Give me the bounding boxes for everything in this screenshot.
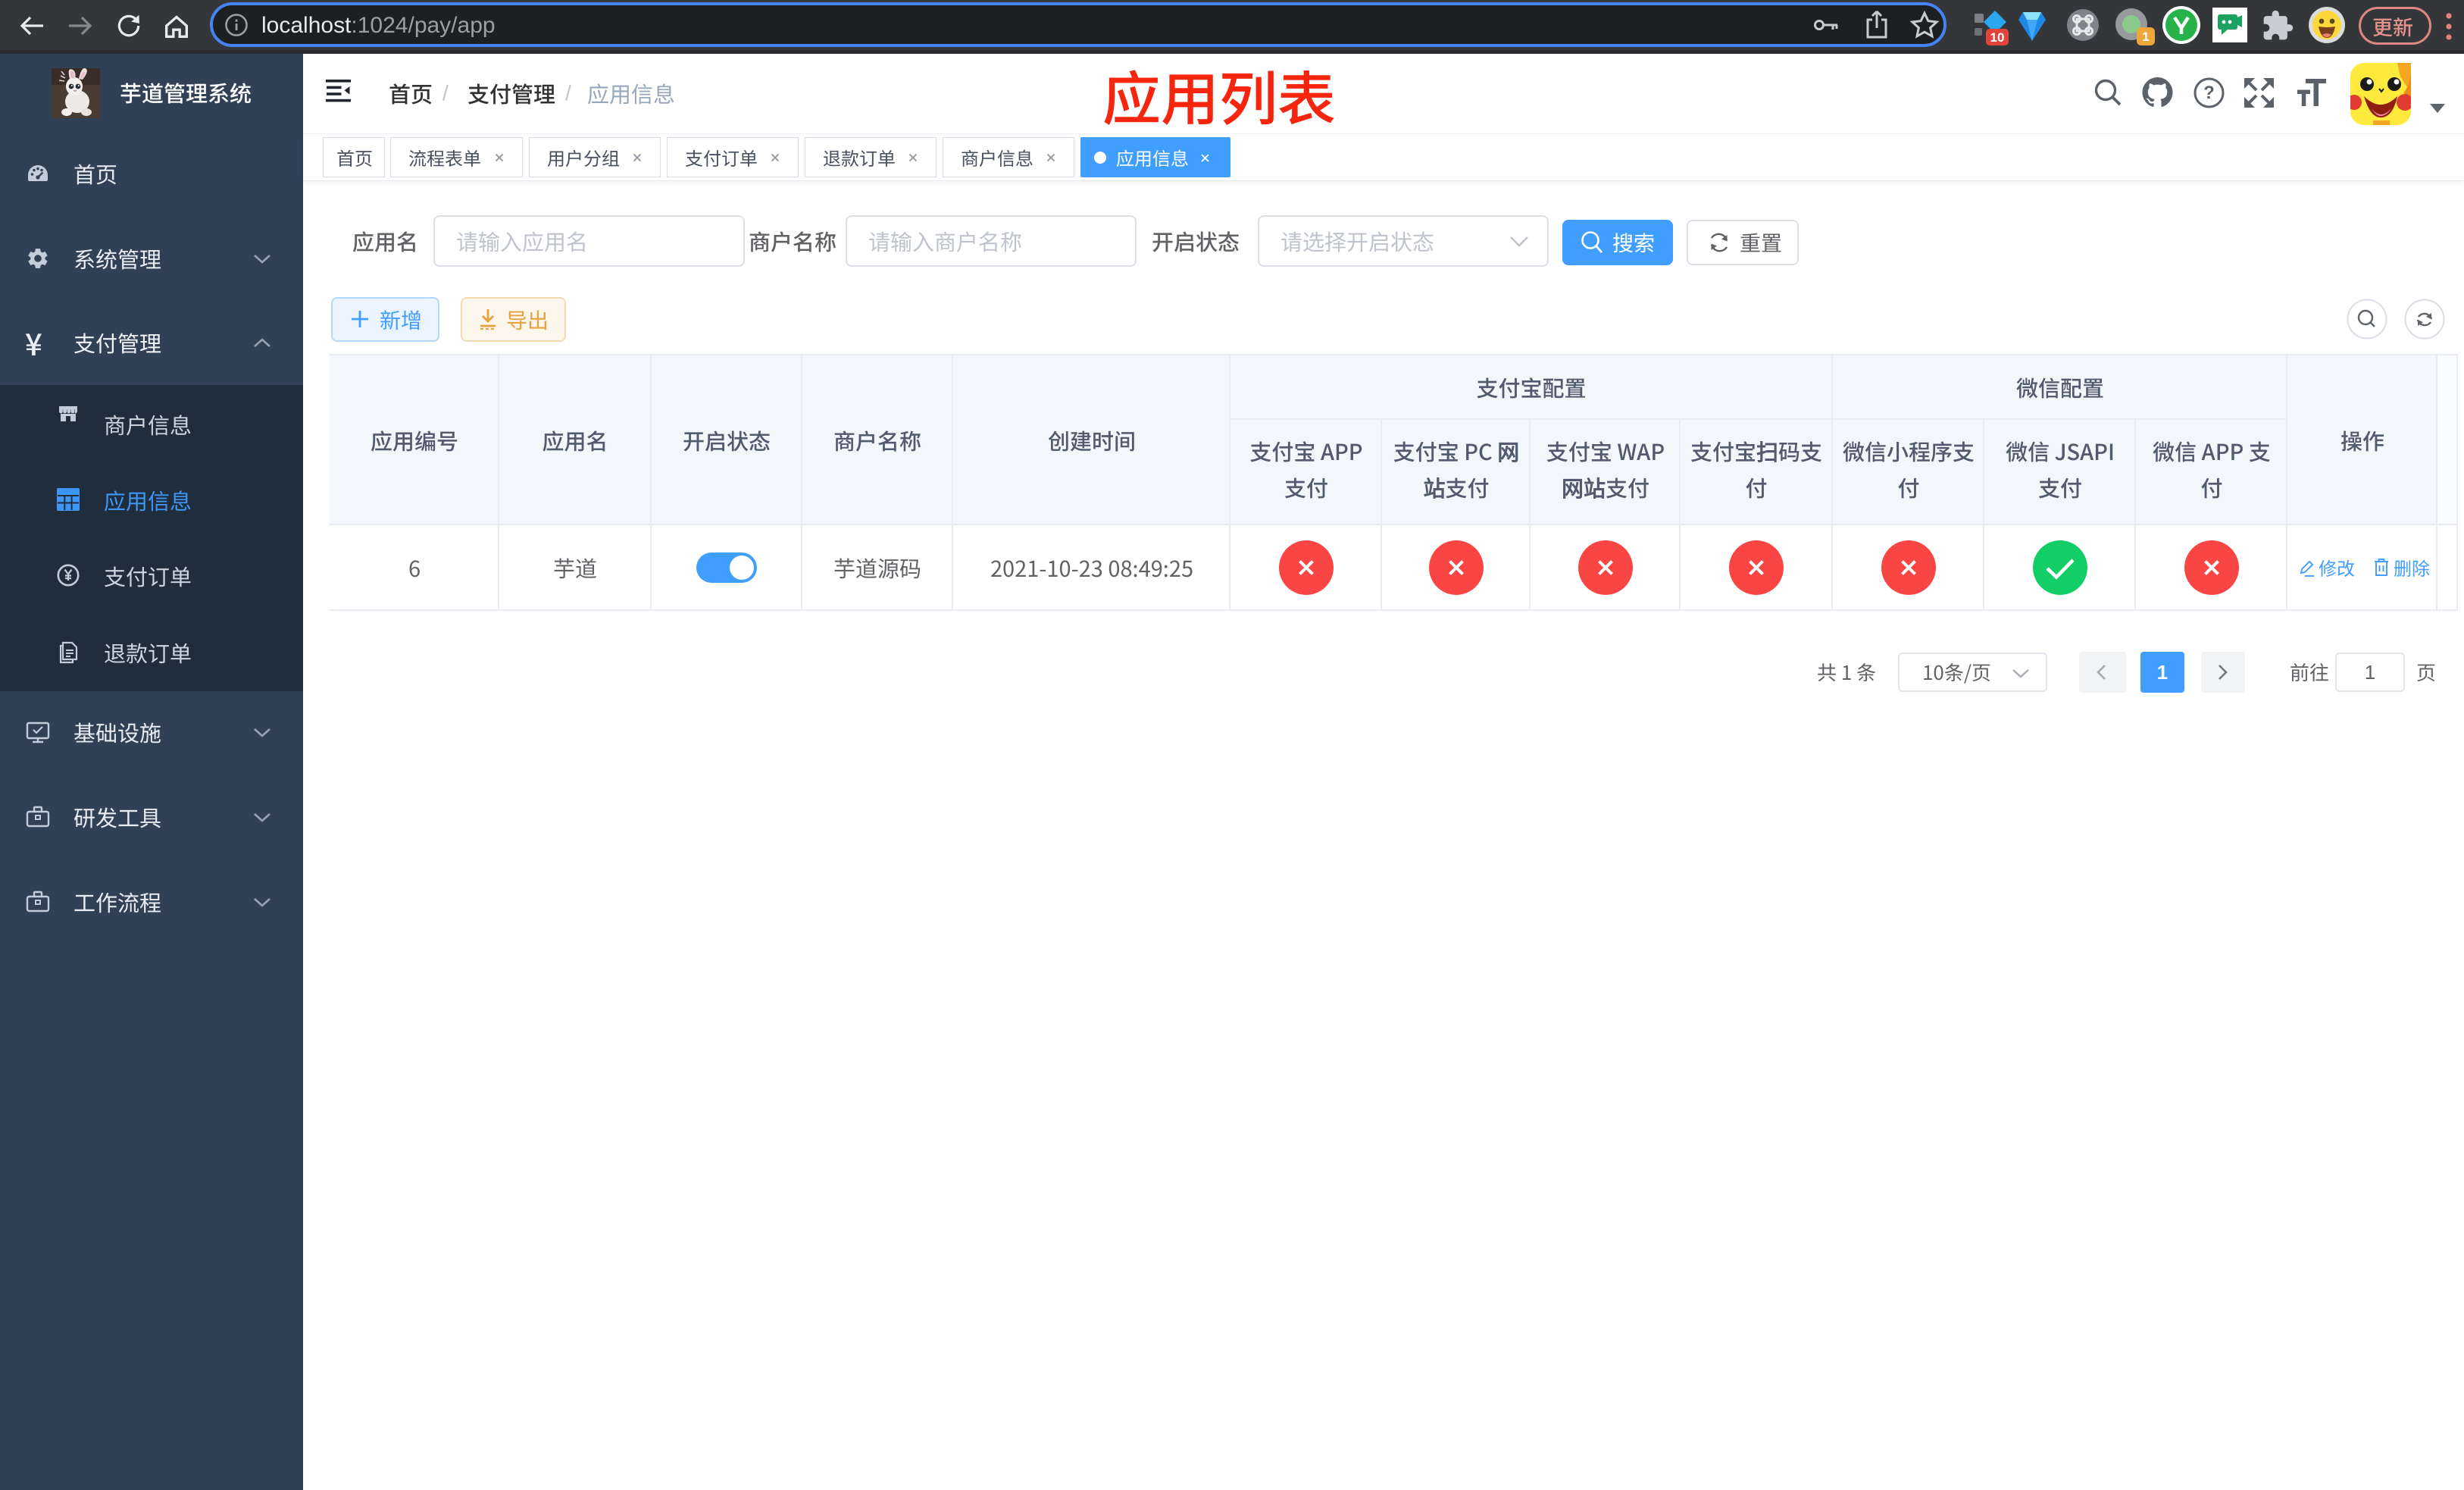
svg-text:10: 10: [1990, 30, 2005, 45]
svg-text:1: 1: [2142, 30, 2149, 44]
svg-text:?: ?: [2203, 83, 2215, 103]
